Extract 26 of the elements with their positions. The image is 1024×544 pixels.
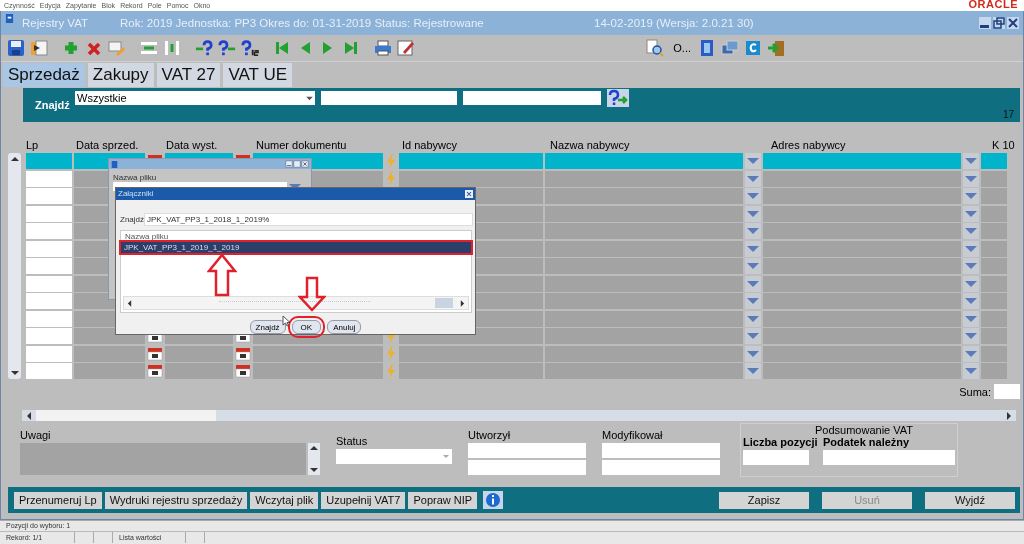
logo: ORACLE: [968, 0, 1018, 10]
list-header: Nazwa pliku: [124, 230, 170, 242]
record-count: 17: [1002, 109, 1014, 120]
window-info: Rok: 2019 Jednostka: PP3 Okres do: 01-31-2019 Status: Rejestrowane: [120, 17, 485, 29]
column-header: Lp: [26, 139, 40, 151]
tax-label: Podatek należny: [823, 436, 911, 448]
column-header: Nazwa nabywcy: [550, 139, 631, 151]
summary-title: Podsumowanie VAT: [815, 424, 913, 436]
count-label: Liczba pozycji: [743, 436, 817, 448]
find-label: Znajdź: [120, 214, 144, 224]
column-header: K 10: [992, 139, 1016, 151]
column-header: Id nabywcy: [402, 139, 459, 151]
version-text: 14-02-2019 (Wersja: 2.0.21 30): [594, 17, 754, 29]
column-header: Data sprzed.: [76, 139, 140, 151]
search-label: Znajdź: [35, 99, 69, 111]
window-title: Rejestry VAT: [21, 17, 90, 29]
created-label: Utworzył: [468, 429, 512, 441]
sum-label: Suma:: [959, 385, 991, 398]
dialog-title: Załączniki: [118, 189, 154, 199]
modified-label: Modyfikował: [602, 429, 664, 441]
column-header: Numer dokumentu: [256, 139, 348, 151]
column-header: Adres nabywcy: [771, 139, 847, 151]
column-header: Data wyst.: [166, 139, 219, 151]
notes-label: Uwagi: [20, 429, 52, 441]
file-name-label: Nazwa pliku: [113, 173, 158, 182]
status-label: Status: [336, 435, 369, 447]
